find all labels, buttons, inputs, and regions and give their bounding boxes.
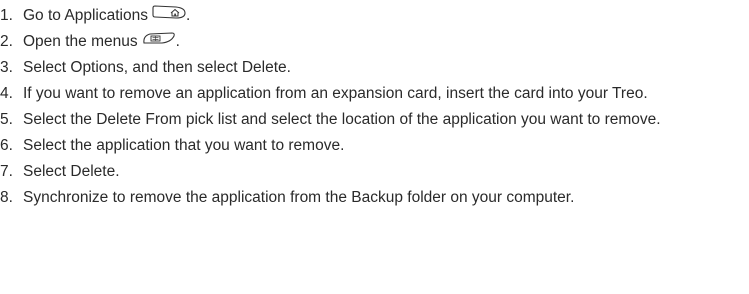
home-key-icon: [152, 2, 186, 28]
step-2: 2. Open the menus .: [0, 29, 749, 55]
step-text-container: Go to Applications .: [23, 3, 749, 29]
step-number: 5.: [0, 111, 13, 129]
step-6: 6. Select the application that you want …: [0, 133, 749, 159]
home-key-icon-graphic: [152, 5, 186, 19]
step-text: Select Options, and then select Delete.: [23, 59, 291, 77]
step-5: 5. Select the Delete From pick list and …: [0, 107, 749, 133]
step-text: Open the menus: [23, 33, 138, 51]
step-8: 8. Synchronize to remove the application…: [0, 185, 749, 211]
step-1: 1. Go to Applications .: [0, 3, 749, 29]
step-7: 7. Select Delete.: [0, 159, 749, 185]
step-number: 6.: [0, 137, 13, 155]
step-text: If you want to remove an application fro…: [23, 85, 648, 103]
step-4: 4. If you want to remove an application …: [0, 81, 749, 107]
menu-key-icon: [142, 28, 176, 54]
step-number: 4.: [0, 85, 13, 103]
step-number: 7.: [0, 163, 13, 181]
step-3: 3. Select Options, and then select Delet…: [0, 55, 749, 81]
step-text: Select the Delete From pick list and sel…: [23, 111, 661, 129]
step-text: Select Delete.: [23, 163, 120, 181]
step-text-after: .: [175, 33, 180, 51]
step-number: 3.: [0, 59, 13, 77]
step-text: Go to Applications: [23, 7, 148, 25]
step-text: Select the application that you want to …: [23, 137, 345, 155]
instruction-list: 1. Go to Applications . 2. Open the menu…: [0, 3, 749, 211]
step-text-container: Open the menus .: [23, 29, 749, 55]
step-text: Synchronize to remove the application fr…: [23, 189, 575, 207]
menu-key-icon-graphic: [142, 32, 175, 44]
step-number: 8.: [0, 189, 13, 207]
step-number: 1.: [0, 7, 13, 24]
step-text-after: .: [185, 7, 191, 25]
step-number: 2.: [0, 33, 13, 51]
